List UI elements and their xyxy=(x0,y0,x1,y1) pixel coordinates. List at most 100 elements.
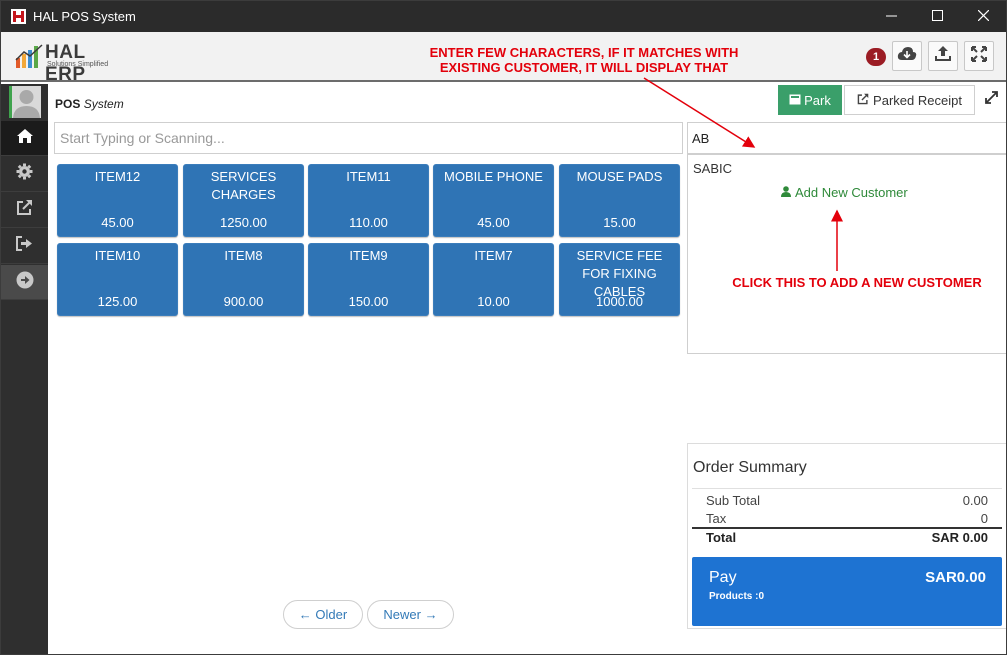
annotation-add-customer-hint: CLICK THIS TO ADD A NEW CUSTOMER xyxy=(732,275,982,290)
close-icon xyxy=(977,8,989,26)
product-tile[interactable]: MOBILE PHONE 45.00 xyxy=(433,164,554,237)
fullscreen-button[interactable] xyxy=(964,41,994,71)
page-title: POS System xyxy=(55,97,124,111)
sidebar-item-home[interactable] xyxy=(1,121,48,156)
product-name: SERVICES CHARGES xyxy=(210,169,277,202)
product-tile[interactable]: ITEM10 125.00 xyxy=(57,243,178,316)
annotation-search-hint: ENTER FEW CHARACTERS, IF IT MATCHES WITH… xyxy=(421,45,747,75)
product-price: 45.00 xyxy=(477,215,510,230)
tax-value: 0 xyxy=(980,511,988,526)
arrow-right-circle-icon xyxy=(16,271,34,294)
product-name: ITEM10 xyxy=(94,248,141,263)
product-price: 1000.00 xyxy=(596,294,643,309)
customer-match-item[interactable]: SABIC xyxy=(693,161,732,176)
product-tile[interactable]: MOUSE PADS 15.00 xyxy=(559,164,680,237)
cloud-download-button[interactable] xyxy=(892,41,922,71)
close-button[interactable] xyxy=(960,1,1006,32)
product-tile[interactable]: ITEM8 900.00 xyxy=(183,243,304,316)
external-link-icon xyxy=(16,199,33,221)
total-label: Total xyxy=(706,530,737,545)
sidebar-item-settings[interactable] xyxy=(1,157,48,192)
product-name: ITEM12 xyxy=(94,169,141,184)
total-row: Total SAR 0.00 xyxy=(706,530,988,545)
product-price: 10.00 xyxy=(477,294,510,309)
product-name: MOUSE PADS xyxy=(576,169,663,184)
maximize-button[interactable] xyxy=(914,1,960,32)
product-name: ITEM11 xyxy=(346,169,391,184)
order-summary-panel: Order Summary Sub Total 0.00 Tax 0 Total… xyxy=(687,443,1006,629)
tax-label: Tax xyxy=(706,511,727,526)
sidebar-item-external[interactable] xyxy=(1,193,48,228)
upload-icon xyxy=(934,45,952,68)
gear-icon xyxy=(16,163,33,185)
divider xyxy=(692,488,1002,489)
product-tile[interactable]: SERVICE FEE FOR FIXING CABLES 1000.00 xyxy=(559,243,680,316)
customer-search-input[interactable] xyxy=(687,122,1006,154)
user-icon xyxy=(781,185,791,200)
title-bar: HAL POS System xyxy=(1,1,1006,32)
pos-window: HAL POS System HAL ERP Solutions Simplif… xyxy=(0,0,1007,655)
minimize-button[interactable] xyxy=(868,1,914,32)
product-price: 45.00 xyxy=(101,215,134,230)
annotation-line: EXISTING CUSTOMER, IT WILL DISPLAY THAT xyxy=(439,60,729,75)
brand-tagline: Solutions Simplified xyxy=(47,61,109,68)
park-button[interactable]: Park xyxy=(778,85,842,115)
product-tile[interactable]: ITEM9 150.00 xyxy=(308,243,429,316)
product-tile[interactable]: ITEM12 45.00 xyxy=(57,164,178,237)
pay-label: Pay xyxy=(709,569,737,586)
app-logo-icon xyxy=(11,9,26,24)
notification-badge[interactable]: 1 xyxy=(866,48,886,66)
avatar[interactable] xyxy=(9,86,41,118)
external-link-icon xyxy=(857,93,869,108)
product-tile[interactable]: ITEM7 10.00 xyxy=(433,243,554,316)
search-input[interactable] xyxy=(54,122,683,154)
park-label: Park xyxy=(804,92,831,108)
product-name: ITEM8 xyxy=(224,248,263,263)
pay-amount: SAR0.00 xyxy=(925,569,986,586)
parked-receipt-button[interactable]: Parked Receipt xyxy=(844,85,975,115)
sign-out-icon xyxy=(16,236,33,256)
parked-receipt-label: Parked Receipt xyxy=(873,92,962,108)
add-new-customer-link[interactable]: Add New Customer xyxy=(781,185,908,200)
pay-button[interactable]: Pay SAR0.00 Products :0 xyxy=(692,557,1002,626)
customer-dropdown: SABIC Add New Customer xyxy=(687,154,1006,354)
expand-button[interactable] xyxy=(981,90,1001,110)
cloud-download-icon xyxy=(897,46,917,67)
product-price: 900.00 xyxy=(223,294,264,309)
add-new-customer-label: Add New Customer xyxy=(795,185,908,200)
sidebar-item-next[interactable] xyxy=(1,265,48,300)
order-summary-title: Order Summary xyxy=(693,459,807,476)
minimize-icon xyxy=(885,8,897,26)
subtotal-value: 0.00 xyxy=(962,493,988,508)
product-price: 150.00 xyxy=(348,294,389,309)
maximize-icon xyxy=(931,8,943,26)
product-name: ITEM7 xyxy=(474,248,513,263)
annotation-line: ENTER FEW CHARACTERS, IF IT MATCHES WITH xyxy=(429,45,739,60)
upload-button[interactable] xyxy=(928,41,958,71)
page-title-sub: System xyxy=(83,97,124,111)
home-icon xyxy=(16,128,34,149)
user-avatar-icon xyxy=(13,90,40,118)
total-value: SAR 0.00 xyxy=(931,530,988,545)
product-tile[interactable]: SERVICES CHARGES 1250.00 xyxy=(183,164,304,237)
product-name: SERVICE FEE FOR FIXING CABLES xyxy=(576,248,663,299)
brand-chart-icon xyxy=(15,44,43,68)
brand-logo: HAL ERP Solutions Simplified xyxy=(15,42,127,85)
product-price: 110.00 xyxy=(349,215,388,230)
park-icon xyxy=(789,93,801,108)
sidebar-item-logout[interactable] xyxy=(1,229,48,264)
expand-icon xyxy=(984,91,998,109)
sidebar xyxy=(1,84,48,654)
product-price: 1250.00 xyxy=(220,215,267,230)
older-button[interactable]: ← Older xyxy=(283,600,363,629)
tax-row: Tax 0 xyxy=(706,511,988,526)
product-name: MOBILE PHONE xyxy=(444,169,543,184)
product-tile[interactable]: ITEM11 110.00 xyxy=(308,164,429,237)
divider xyxy=(692,527,1002,529)
product-price: 15.00 xyxy=(603,215,636,230)
newer-button[interactable]: Newer → xyxy=(367,600,454,629)
page-title-main: POS xyxy=(55,97,81,111)
subtotal-label: Sub Total xyxy=(706,493,760,508)
product-price: 125.00 xyxy=(97,294,138,309)
product-name: ITEM9 xyxy=(349,248,388,263)
